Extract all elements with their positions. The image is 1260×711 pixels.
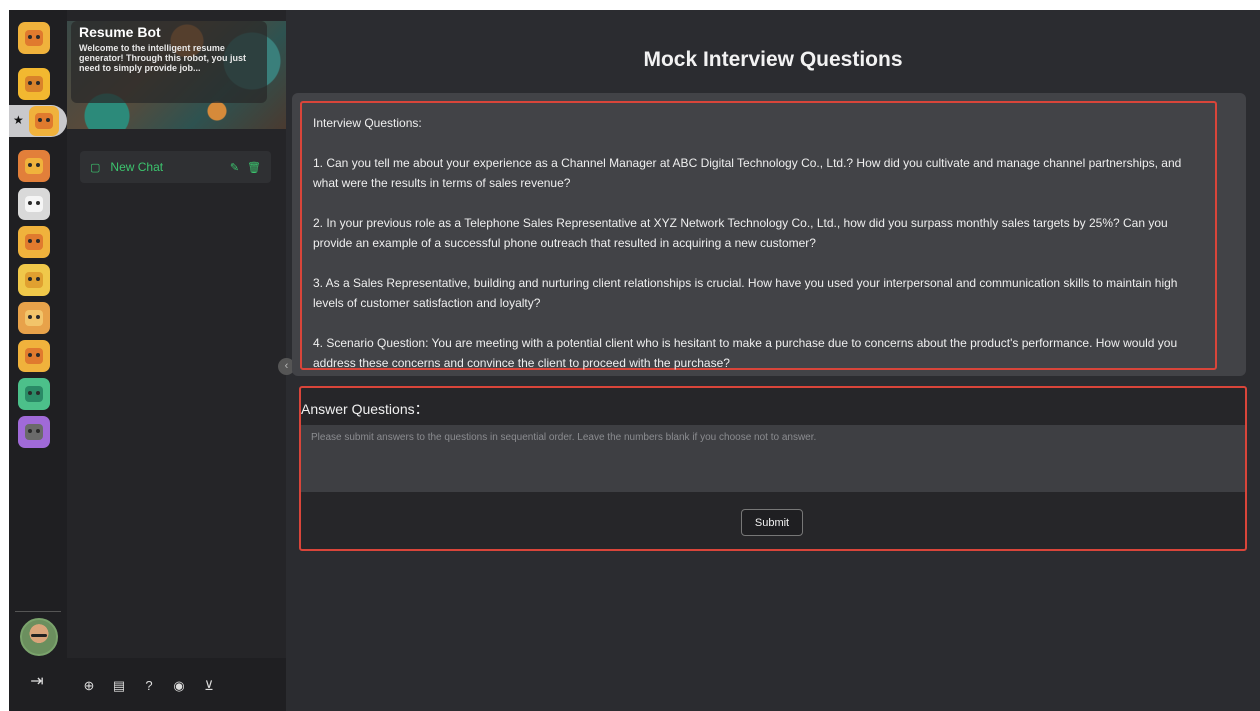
logout-icon[interactable]: ⇥ [26, 671, 48, 693]
user-avatar[interactable] [20, 618, 58, 656]
bot-1-icon[interactable] [18, 22, 50, 54]
interview-questions-box: Interview Questions: 1. Can you tell me … [300, 101, 1217, 370]
answer-input[interactable] [301, 425, 1245, 492]
bot-description: Welcome to the intelligent resume genera… [79, 43, 246, 73]
answer-section: Answer Questions： Submit [299, 386, 1247, 551]
sidebar-toolbar: ⊕ ▤ ? ◉ ⊻ [67, 658, 286, 711]
bot-3-icon-active[interactable]: ★ [9, 105, 67, 137]
question-item: 4. Scenario Question: You are meeting wi… [313, 336, 1178, 370]
bot-title: Resume Bot [79, 24, 161, 40]
favorite-star-icon: ★ [13, 113, 24, 127]
question-item: 3. As a Sales Representative, building a… [313, 276, 1178, 310]
help-icon[interactable]: ? [141, 678, 157, 694]
bot-8-icon[interactable] [18, 302, 50, 334]
bot-rail: ★ ⇥ [9, 10, 67, 711]
download-icon[interactable]: ⊻ [201, 678, 217, 694]
bot-11-icon[interactable] [18, 416, 50, 448]
rail-divider [15, 611, 61, 612]
document-icon[interactable]: ▤ [111, 678, 127, 694]
edit-icon[interactable]: ✎ [230, 161, 239, 174]
bot-banner: Resume Bot Welcome to the intelligent re… [67, 21, 286, 129]
submit-button[interactable]: Submit [741, 509, 803, 536]
add-chat-icon[interactable]: ⊕ [81, 678, 97, 694]
delete-icon[interactable]: 🗑 [247, 161, 261, 174]
chat-item-label: New Chat [110, 160, 164, 174]
question-item: 2. In your previous role as a Telephone … [313, 216, 1168, 250]
page-title: Mock Interview Questions [643, 48, 903, 71]
bot-10-icon[interactable] [18, 378, 50, 410]
chat-sidebar: Resume Bot Welcome to the intelligent re… [67, 10, 286, 711]
bot-5-icon[interactable] [18, 188, 50, 220]
questions-heading: Interview Questions: [313, 116, 422, 130]
app-window: ★ ⇥ Resume Bot Welcome to the intelligen… [9, 10, 1260, 711]
chat-bubble-icon: ▢ [90, 161, 101, 174]
question-item: 1. Can you tell me about your experience… [313, 156, 1182, 190]
bot-7-icon[interactable] [18, 264, 50, 296]
answer-label: Answer Questions： [301, 401, 429, 417]
bot-4-icon[interactable] [18, 150, 50, 182]
camera-icon[interactable]: ◉ [171, 678, 187, 694]
bot-6-icon[interactable] [18, 226, 50, 258]
bot-2-icon[interactable] [18, 68, 50, 100]
bot-info-card: Resume Bot Welcome to the intelligent re… [71, 21, 267, 103]
chat-list-item[interactable]: ▢ New Chat ✎ 🗑 [80, 151, 271, 183]
bot-9-icon[interactable] [18, 340, 50, 372]
